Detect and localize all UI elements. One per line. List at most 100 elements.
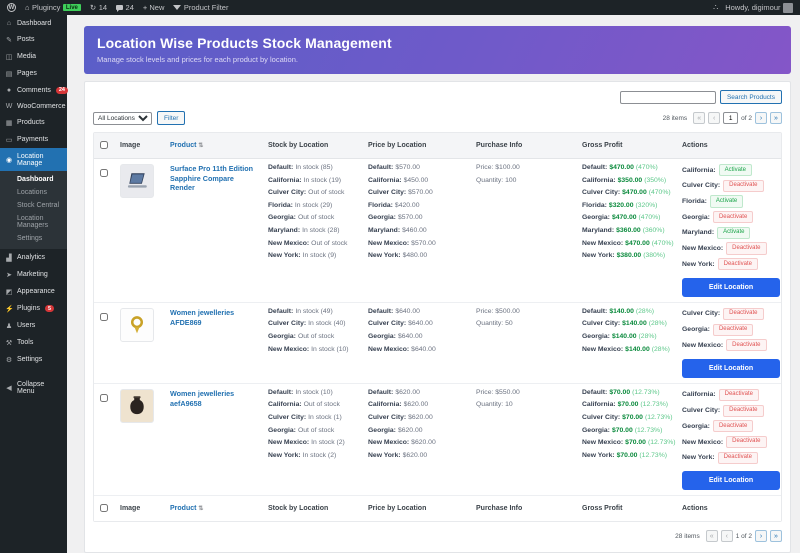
- sidebar-item-appearance[interactable]: ◩Appearance: [0, 283, 67, 300]
- next-page-button-bottom[interactable]: ›: [755, 530, 767, 542]
- gross-profit-line: New Mexico:$470.00(470%): [582, 240, 682, 248]
- sidebar-item-analytics[interactable]: ▟Analytics: [0, 249, 67, 266]
- purchase-line: Quantity: 50: [476, 320, 582, 328]
- deactivate-button[interactable]: Deactivate: [726, 436, 766, 448]
- last-page-button-bottom[interactable]: »: [770, 530, 782, 542]
- product-sort-link[interactable]: Product: [170, 505, 196, 512]
- deactivate-button[interactable]: Deactivate: [713, 420, 753, 432]
- price-line: Culver City:$640.00: [368, 320, 476, 328]
- row-checkbox[interactable]: [100, 169, 108, 177]
- deactivate-button[interactable]: Deactivate: [719, 389, 759, 401]
- select-all-checkbox-footer[interactable]: [100, 504, 108, 512]
- location-label: Default:: [582, 308, 607, 315]
- prev-page-button-bottom[interactable]: ‹: [721, 530, 733, 542]
- search-input[interactable]: [620, 91, 716, 104]
- first-page-button-bottom[interactable]: «: [706, 530, 718, 542]
- page-header-banner: Location Wise Products Stock Management …: [84, 26, 791, 74]
- action-line: Culver City:Deactivate: [682, 180, 780, 192]
- deactivate-button[interactable]: Deactivate: [723, 405, 763, 417]
- sidebar-item-location-manage[interactable]: ◉Location Manage: [0, 148, 67, 171]
- first-page-button[interactable]: «: [693, 112, 705, 124]
- my-account-link[interactable]: Howdy, digimour: [725, 3, 793, 13]
- sidebar-item-marketing[interactable]: ➤Marketing: [0, 266, 67, 283]
- row-checkbox[interactable]: [100, 394, 108, 402]
- price-line: Georgia:$620.00: [368, 427, 476, 435]
- submenu-item-dashboard[interactable]: Dashboard: [0, 173, 67, 186]
- sidebar-item-plugins[interactable]: ⚡Plugins5: [0, 300, 67, 317]
- submenu-item-stock-central[interactable]: Stock Central: [0, 199, 67, 212]
- deactivate-button[interactable]: Deactivate: [723, 180, 763, 192]
- deactivate-button[interactable]: Deactivate: [726, 242, 766, 254]
- prev-page-button[interactable]: ‹: [708, 112, 720, 124]
- submenu-item-location-managers[interactable]: Location Managers: [0, 212, 67, 232]
- next-page-button[interactable]: ›: [755, 112, 767, 124]
- sidebar-item-pages[interactable]: ▤Pages: [0, 65, 67, 82]
- deactivate-button[interactable]: Deactivate: [713, 211, 753, 223]
- edit-location-button[interactable]: Edit Location: [682, 359, 780, 378]
- filter-button[interactable]: Filter: [157, 111, 185, 125]
- current-page-input[interactable]: [723, 112, 738, 124]
- price-value: $640.00: [395, 308, 420, 315]
- deactivate-button[interactable]: Deactivate: [723, 308, 763, 320]
- location-filter-select[interactable]: All Locations: [93, 112, 152, 125]
- site-name-link[interactable]: ⌂ Plugincy Live: [25, 3, 81, 12]
- product-name-link[interactable]: Women jewelleries AFDE869: [170, 308, 268, 327]
- last-page-button[interactable]: »: [770, 112, 782, 124]
- collapse-menu-button[interactable]: ◀ Collapse Menu: [0, 376, 67, 399]
- comments-link[interactable]: 24: [116, 3, 134, 12]
- sidebar-item-dashboard[interactable]: ⌂Dashboard: [0, 15, 67, 31]
- location-label: Default:: [368, 308, 393, 315]
- items-count-bottom: 28 items: [675, 533, 700, 540]
- sidebar-item-settings[interactable]: ⚙Settings: [0, 351, 67, 368]
- edit-location-button[interactable]: Edit Location: [682, 471, 780, 490]
- product-name-link[interactable]: Women jewelleries aefA9658: [170, 389, 268, 408]
- sidebar-item-comments[interactable]: ●Comments24: [0, 82, 67, 98]
- activate-button[interactable]: Activate: [717, 227, 750, 239]
- new-content-link[interactable]: + New: [143, 3, 164, 12]
- home-icon: ⌂: [25, 3, 30, 12]
- wp-logo-menu[interactable]: W: [7, 3, 16, 12]
- submenu-item-settings[interactable]: Settings: [0, 232, 67, 245]
- activate-button[interactable]: Activate: [719, 164, 752, 176]
- location-label: New Mexico:: [582, 346, 623, 353]
- location-label: Georgia:: [368, 427, 396, 434]
- gross-profit-line: New York:$70.00(12.73%): [582, 452, 682, 460]
- plugins-icon: ⚡: [5, 305, 13, 313]
- gross-profit-line: Georgia:$140.00(28%): [582, 333, 682, 341]
- deactivate-button[interactable]: Deactivate: [718, 258, 758, 270]
- users-icon: ♟: [5, 322, 13, 330]
- sidebar-item-users[interactable]: ♟Users: [0, 317, 67, 334]
- activate-button[interactable]: Activate: [710, 195, 743, 207]
- deactivate-button[interactable]: Deactivate: [713, 324, 753, 336]
- sidebar-item-tools[interactable]: ⚒Tools: [0, 334, 67, 351]
- row-checkbox[interactable]: [100, 313, 108, 321]
- location-label: Florida:: [682, 198, 707, 205]
- profit-amount: $70.00: [618, 401, 639, 408]
- location-label: Culver City:: [582, 320, 620, 327]
- location-label: New York:: [268, 452, 301, 459]
- search-products-button[interactable]: Search Products: [720, 90, 782, 104]
- updates-link[interactable]: ↻ 14: [90, 3, 107, 12]
- sidebar-item-woocommerce[interactable]: WWooCommerce: [0, 98, 67, 114]
- price-line: California:$620.00: [368, 401, 476, 409]
- gross-profit-cell: Default:$140.00(28%)Culver City:$140.00(…: [582, 308, 682, 358]
- location-label: New York:: [368, 252, 401, 259]
- gross-profit-line: Default:$470.00(470%): [582, 164, 682, 172]
- submenu-item-locations[interactable]: Locations: [0, 186, 67, 199]
- product-sort-link[interactable]: Product: [170, 142, 196, 149]
- sidebar-item-products[interactable]: ▦Products: [0, 114, 67, 131]
- deactivate-button[interactable]: Deactivate: [718, 452, 758, 464]
- select-all-checkbox[interactable]: [100, 141, 108, 149]
- action-line: Georgia:Deactivate: [682, 324, 780, 336]
- sidebar-item-payments[interactable]: ▭Payments: [0, 131, 67, 148]
- profit-amount: $380.00: [617, 252, 642, 259]
- location-label: New Mexico:: [268, 439, 309, 446]
- product-name-link[interactable]: Surface Pro 11th Edition Sapphire Compar…: [170, 164, 268, 193]
- sidebar-item-posts[interactable]: ✎Posts: [0, 31, 67, 48]
- edit-location-button[interactable]: Edit Location: [682, 278, 780, 297]
- action-line: New York:Deactivate: [682, 258, 780, 270]
- product-filter-link[interactable]: Product Filter: [173, 3, 228, 12]
- sidebar-item-media[interactable]: ◫Media: [0, 48, 67, 65]
- network-icon[interactable]: ∴: [713, 3, 718, 12]
- deactivate-button[interactable]: Deactivate: [726, 339, 766, 351]
